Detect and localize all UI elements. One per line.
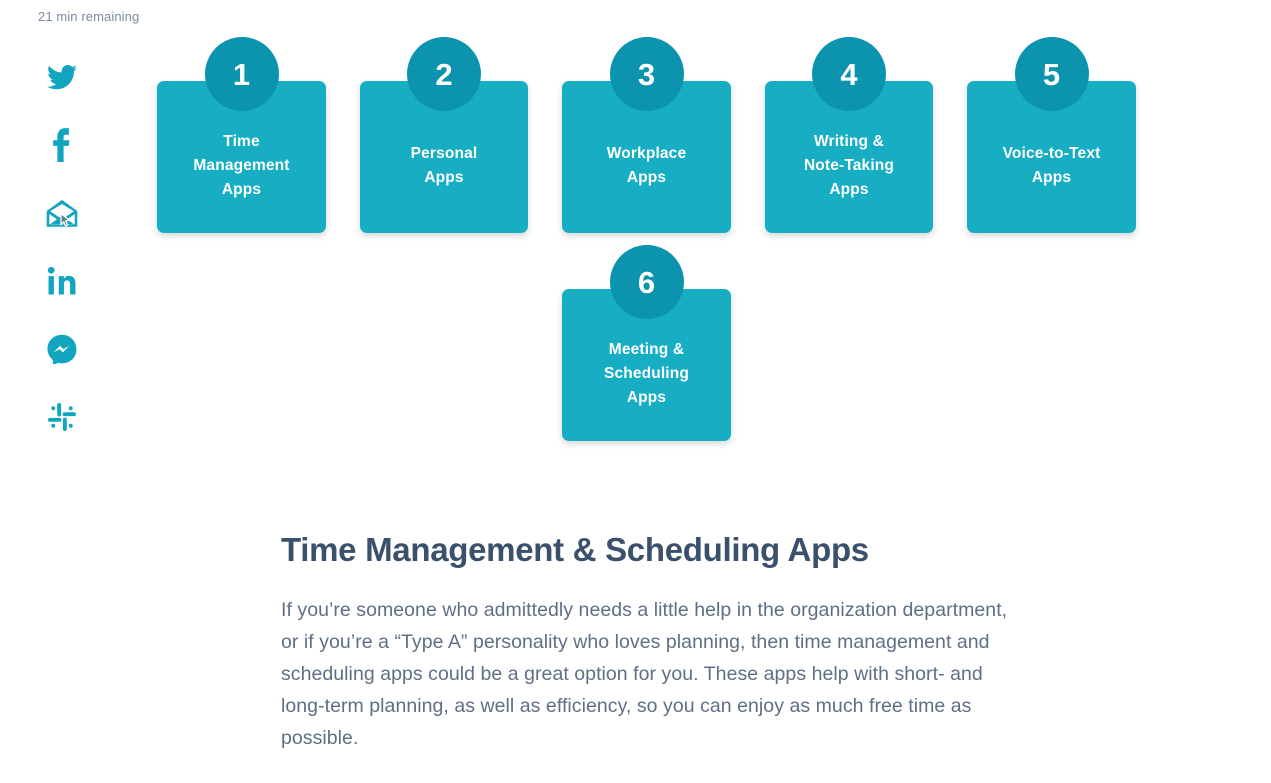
card-number-badge-2: 2 (407, 37, 481, 111)
card-title-2: Personal Apps (410, 145, 478, 186)
article-paragraph: If you’re someone who admittedly needs a… (281, 599, 1008, 749)
page-root: 21 min remaining 1 Time Management Apps … (0, 0, 1271, 783)
category-card-grid: 1 Time Management Apps 2 Personal Apps 3… (0, 0, 1271, 470)
card-number-badge-1: 1 (204, 37, 279, 111)
category-card-5[interactable]: 5 Voice-to-Text Apps (967, 37, 1136, 233)
card-title-3: Workplace Apps (606, 145, 687, 186)
category-card-6[interactable]: 6 Meeting & Scheduling Apps (562, 245, 731, 441)
card-number-badge-5: 5 (1014, 37, 1089, 111)
category-card-3[interactable]: 3 Workplace Apps (562, 37, 731, 233)
category-card-1[interactable]: 1 Time Management Apps (157, 37, 326, 233)
card-number-badge-3: 3 (609, 37, 684, 111)
card-title-5: Voice-to-Text Apps (1002, 145, 1101, 186)
category-card-4[interactable]: 4 Writing & Note-Taking Apps (765, 37, 933, 233)
card-number-badge-6: 6 (609, 245, 684, 319)
card-title-1: Time Management Apps (193, 133, 290, 198)
article-heading: Time Management & Scheduling Apps (281, 531, 869, 568)
article-section: Time Management & Scheduling Apps If you… (281, 528, 1021, 754)
category-card-2[interactable]: 2 Personal Apps (360, 37, 528, 233)
card-title-6: Meeting & Scheduling Apps (603, 341, 690, 406)
card-number-badge-4: 4 (812, 37, 886, 111)
card-title-4: Writing & Note-Taking Apps (803, 133, 895, 198)
